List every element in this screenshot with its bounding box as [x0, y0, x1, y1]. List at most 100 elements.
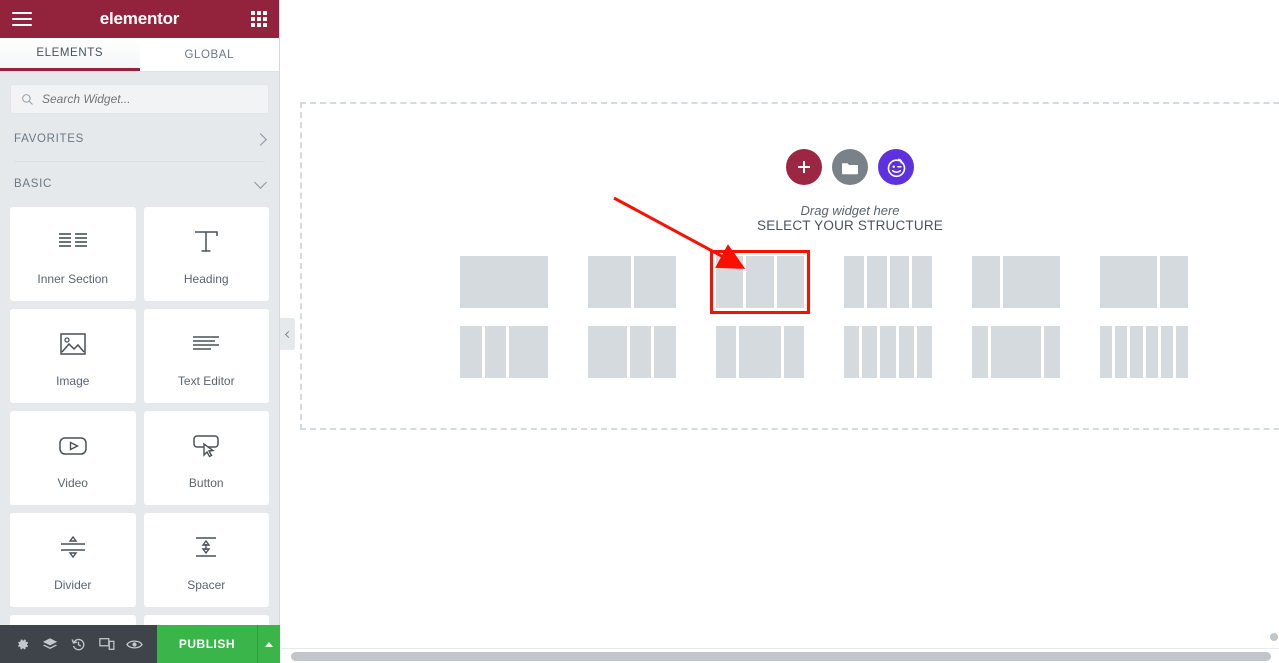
panel-tabs: ELEMENTS GLOBAL — [0, 38, 279, 72]
structure-column — [972, 256, 1001, 308]
structure-narrow-narrow-wide[interactable] — [460, 326, 548, 378]
add-new-section-button[interactable] — [786, 149, 822, 185]
structure-column — [633, 256, 676, 308]
structure-column — [460, 326, 482, 378]
publish-button[interactable]: PUBLISH — [156, 625, 258, 663]
horizontal-scrollbar-thumb[interactable] — [291, 652, 1271, 661]
structure-column — [716, 256, 744, 308]
folder-icon — [842, 162, 858, 174]
structure-narrow-wide-narrow-alt[interactable] — [972, 326, 1061, 378]
structure-column — [588, 256, 631, 308]
widget-list: Inner Section Heading Image Text Editor … — [0, 201, 279, 663]
structure-column — [972, 326, 989, 378]
widget-video[interactable]: Video — [10, 411, 136, 505]
structure-three-columns[interactable] — [710, 250, 810, 314]
widget-spacer[interactable]: Spacer — [143, 513, 269, 607]
chevron-down-icon — [254, 175, 267, 189]
search-icon — [22, 93, 33, 105]
structure-column — [1130, 326, 1143, 378]
category-basic-label: BASIC — [14, 178, 53, 190]
spacer-icon — [191, 528, 221, 568]
hamburger-icon[interactable] — [12, 12, 32, 26]
drag-widget-hint: Drag widget here — [800, 203, 900, 218]
structure-two-columns[interactable] — [588, 256, 676, 308]
structure-column — [866, 256, 887, 308]
widget-image[interactable]: Image — [10, 309, 136, 403]
structure-column — [509, 326, 548, 378]
heading-icon — [192, 222, 220, 262]
structure-column — [912, 256, 932, 308]
panel-footer: PUBLISH — [0, 625, 281, 663]
caret-up-icon — [265, 641, 274, 647]
structure-column — [1160, 326, 1173, 378]
search-input[interactable] — [42, 92, 258, 106]
structure-wide-narrow-narrow[interactable] — [588, 326, 676, 378]
category-favorites[interactable]: FAVORITES — [0, 122, 279, 156]
navigator-layers-icon[interactable] — [36, 625, 64, 663]
responsive-mode-icon[interactable] — [93, 625, 121, 663]
image-icon — [59, 324, 87, 364]
widget-label: Image — [56, 374, 90, 388]
publish-options-button[interactable] — [257, 625, 281, 663]
tab-global[interactable]: GLOBAL — [139, 38, 279, 71]
add-buttons-row — [302, 149, 1279, 185]
structure-four-columns[interactable] — [844, 256, 932, 308]
widget-inner-section[interactable]: Inner Section — [10, 207, 136, 301]
widget-panel: elementor ELEMENTS GLOBAL FAVORITES — [0, 0, 280, 663]
widget-label: Inner Section — [37, 272, 109, 286]
tab-elements[interactable]: ELEMENTS — [0, 38, 140, 71]
structure-left-two-thirds-right-third[interactable] — [1100, 256, 1188, 308]
settings-gear-icon[interactable] — [8, 625, 36, 663]
structure-grid — [460, 250, 1260, 378]
section-placeholder: × — [300, 102, 1279, 430]
elementor-editor: elementor ELEMENTS GLOBAL FAVORITES — [0, 0, 1279, 663]
widget-label: Divider — [54, 578, 92, 592]
widget-label: Button — [188, 476, 224, 490]
structure-column — [776, 256, 804, 308]
structure-column — [1175, 326, 1189, 378]
ai-face-icon — [887, 158, 905, 177]
structure-column — [1115, 326, 1128, 378]
widget-divider[interactable]: Divider — [10, 513, 136, 607]
structure-column — [1159, 256, 1188, 308]
apps-grid-icon[interactable] — [251, 11, 267, 27]
chevron-right-icon — [254, 132, 267, 146]
add-template-button[interactable] — [832, 149, 868, 185]
vertical-scrollbar-thumb[interactable] — [1270, 633, 1278, 641]
category-basic[interactable]: BASIC — [0, 167, 279, 201]
structure-column — [898, 326, 914, 378]
widget-heading[interactable]: Heading — [143, 207, 269, 301]
horizontal-scrollbar[interactable] — [281, 648, 1279, 663]
text-editor-icon — [191, 324, 221, 364]
structure-column — [991, 326, 1041, 378]
ai-builder-button[interactable] — [878, 149, 914, 185]
search-box[interactable] — [10, 84, 269, 114]
structure-column — [629, 326, 652, 378]
structure-column — [1003, 256, 1060, 308]
preview-eye-icon[interactable] — [121, 625, 149, 663]
widget-label: Heading — [183, 272, 229, 286]
structure-five-columns[interactable] — [844, 326, 933, 378]
structure-one-column[interactable] — [460, 256, 548, 308]
widget-button[interactable]: Button — [143, 411, 269, 505]
structure-left-third-right-two-thirds[interactable] — [972, 256, 1060, 308]
structure-column — [716, 326, 736, 378]
structure-column — [654, 326, 676, 378]
structure-column — [889, 256, 910, 308]
widget-text-editor[interactable]: Text Editor — [143, 309, 269, 403]
structure-narrow-wide-narrow[interactable] — [716, 326, 805, 378]
widget-label: Spacer — [187, 578, 226, 592]
structure-column — [916, 326, 933, 378]
structure-column — [588, 326, 627, 378]
history-revisions-icon[interactable] — [64, 625, 92, 663]
elementor-logo: elementor — [99, 9, 180, 28]
panel-collapse-handle[interactable] — [280, 318, 295, 350]
structure-column — [784, 326, 805, 378]
divider-icon — [58, 528, 88, 568]
plus-icon — [798, 161, 810, 173]
inner-section-icon — [58, 222, 88, 262]
structure-six-columns[interactable] — [1100, 326, 1189, 378]
structure-column — [738, 326, 782, 378]
structure-column — [1100, 326, 1113, 378]
structure-column — [880, 326, 896, 378]
